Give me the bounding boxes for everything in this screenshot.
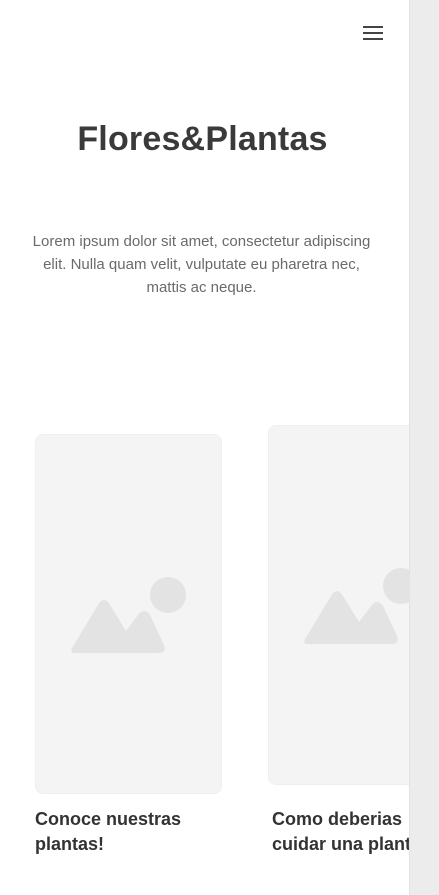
page: Flores&Plantas Lorem ipsum dolor sit ame… [0,0,409,895]
card-cuidar-planta[interactable]: Como deberias cuidar una planta [268,425,409,865]
card-caption-line[interactable]: plantas! [35,832,225,857]
card-caption-line[interactable]: Conoce nuestras [35,807,225,832]
menu-button[interactable] [360,22,386,44]
image-placeholder-icon [304,568,409,644]
hero-description: Lorem ipsum dolor sit amet, consectetur … [32,233,371,296]
card-conoce-plantas[interactable]: Conoce nuestras plantas! [35,434,222,864]
page-title: Flores&Plantas [77,120,328,158]
card-image[interactable] [268,425,409,785]
scrollbar[interactable] [409,0,439,895]
image-placeholder-icon [71,577,186,653]
card-caption[interactable]: Como deberias cuidar una planta [272,807,409,857]
card-caption[interactable]: Conoce nuestras plantas! [35,807,225,857]
card-caption-line[interactable]: cuidar una planta [272,832,409,857]
card-caption-line[interactable]: Como deberias [272,807,409,832]
card-image[interactable] [35,434,222,794]
hamburger-menu-icon [363,26,383,40]
